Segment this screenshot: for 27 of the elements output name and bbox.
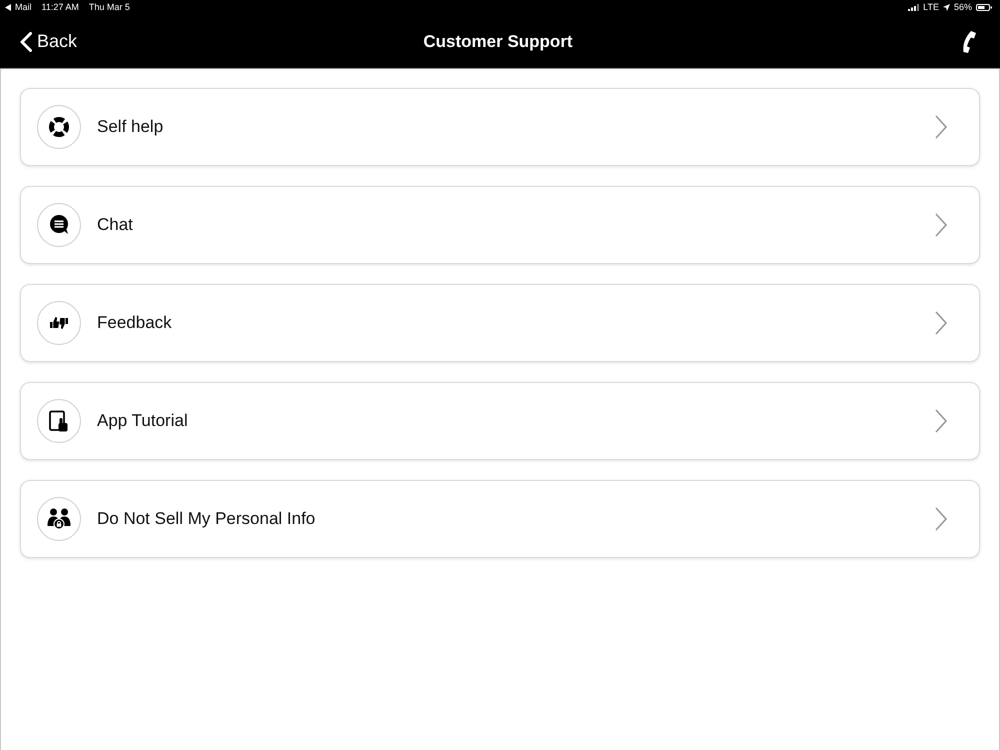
chevron-right-icon [935, 507, 947, 531]
lifebuoy-icon [37, 105, 81, 149]
location-arrow-icon [942, 4, 950, 11]
back-triangle-icon [5, 4, 11, 11]
network-label: LTE [923, 2, 939, 13]
people-lock-icon [37, 497, 81, 541]
menu-item[interactable]: Self help [20, 88, 980, 166]
battery-percent: 56% [954, 2, 972, 13]
status-time: 11:27 AM [42, 2, 79, 13]
back-chevron-icon [20, 32, 32, 52]
chevron-right-icon [935, 115, 947, 139]
page-title: Customer Support [423, 32, 573, 52]
signal-bars-icon [908, 4, 920, 11]
menu-item[interactable]: Feedback [20, 284, 980, 362]
menu-item[interactable]: Chat [20, 186, 980, 264]
chevron-right-icon [935, 409, 947, 433]
menu-item[interactable]: App Tutorial [20, 382, 980, 460]
chat-bubble-icon [37, 203, 81, 247]
back-app-label: Mail [15, 2, 32, 13]
status-date: Thu Mar 5 [88, 2, 130, 13]
chevron-right-icon [935, 213, 947, 237]
thumbs-up-down-icon [37, 301, 81, 345]
menu-item[interactable]: Do Not Sell My Personal Info [20, 480, 980, 558]
chevron-right-icon [935, 311, 947, 335]
tablet-tap-icon [37, 399, 81, 443]
battery-icon [976, 4, 992, 11]
back-button[interactable]: Back [20, 31, 78, 52]
